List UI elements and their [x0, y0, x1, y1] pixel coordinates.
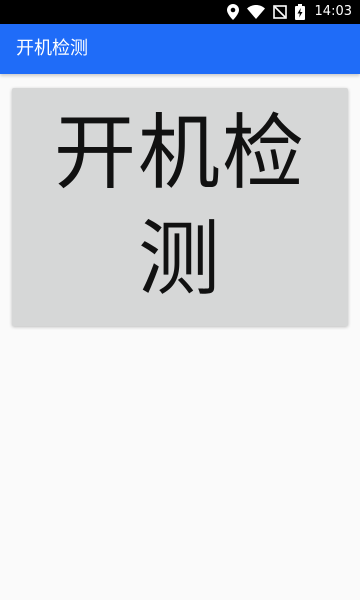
app-bar: 开机检测 [0, 24, 360, 74]
location-icon [226, 4, 239, 20]
boot-check-button[interactable]: 开机检测 [12, 88, 348, 326]
boot-check-button-label: 开机检测 [53, 106, 306, 307]
no-signal-icon [272, 5, 287, 19]
status-bar: 14:03 [0, 0, 360, 24]
wifi-icon [246, 5, 265, 19]
app-bar-title: 开机检测 [16, 38, 88, 59]
status-time: 14:03 [314, 4, 352, 19]
status-icons: 14:03 [226, 0, 352, 24]
battery-charging-icon [294, 4, 305, 20]
